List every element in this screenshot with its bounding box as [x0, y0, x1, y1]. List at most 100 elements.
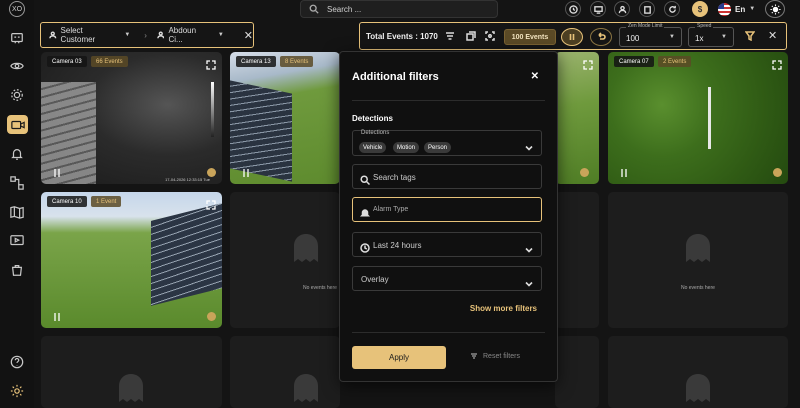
camera-tile[interactable]: Camera 03 66 Events 17-04-2026 12:33:15 … [41, 52, 222, 184]
bag-icon[interactable] [9, 262, 25, 278]
clock-icon [360, 240, 370, 253]
overlay-select[interactable]: Overlay [352, 266, 542, 291]
camera-tile[interactable]: Camera 07 2 Events [608, 52, 788, 184]
settings-icon[interactable] [9, 87, 25, 103]
user-icon [157, 31, 165, 39]
language-selector[interactable]: En ▼ [718, 1, 755, 17]
help-icon[interactable] [9, 354, 25, 370]
chevron-down-icon [525, 275, 533, 287]
solar-panel-graphic [41, 82, 96, 184]
reset-filters-label: Reset filters [483, 352, 520, 360]
ghost-icon [684, 372, 712, 404]
ghost-icon [684, 232, 712, 264]
empty-camera-tile [608, 336, 788, 408]
zen-mode-limit-value: 100 [626, 34, 640, 43]
close-icon[interactable]: ✕ [531, 71, 539, 82]
search-input[interactable] [327, 4, 477, 14]
status-dot [773, 168, 782, 177]
pause-icon [569, 34, 575, 40]
pause-icon[interactable] [619, 165, 629, 177]
zen-mode-limit-label: Zen Mode Limit [626, 23, 665, 29]
events-badge: 8 Events [280, 56, 314, 67]
expand-icon[interactable] [206, 57, 216, 70]
monitor-button[interactable] [590, 1, 606, 17]
speed-label: Speed [695, 23, 714, 29]
customer-filter-bar: Select Customer ▼ › Abdoun Ci... ▼ ✕ [40, 22, 254, 48]
gear-icon[interactable] [9, 383, 25, 399]
speed-value: 1x [695, 34, 704, 43]
apply-button[interactable]: Apply [352, 346, 446, 369]
no-events-text: No events here [681, 285, 715, 291]
building-button[interactable] [639, 1, 655, 17]
status-dot [207, 168, 216, 177]
expand-icon[interactable] [583, 57, 593, 70]
us-flag-icon [718, 2, 731, 16]
expand-icon[interactable] [206, 197, 216, 210]
events-count-button[interactable]: 100 Events [504, 29, 556, 45]
speed-select[interactable]: Speed 1x ▼ [688, 23, 734, 47]
chip-vehicle[interactable]: Vehicle [359, 142, 387, 153]
site-select[interactable]: Abdoun Ci... ▼ [157, 26, 224, 44]
pause-icon[interactable] [52, 165, 62, 177]
camera-tile[interactable] [555, 52, 599, 184]
nodes-icon[interactable] [9, 175, 25, 191]
empty-camera-tile [555, 192, 599, 328]
camera-tile[interactable]: Camera 10 1 Event [41, 192, 222, 328]
play-icon[interactable] [9, 233, 25, 249]
ghost-icon [117, 372, 145, 404]
alarm-type-placeholder: Alarm Type [373, 206, 409, 213]
refresh-button[interactable] [664, 1, 680, 17]
map-icon[interactable] [9, 204, 25, 220]
chip-person[interactable]: Person [424, 142, 452, 153]
no-events-text: No events here [303, 285, 337, 291]
camera-label: Camera 13 [236, 56, 276, 67]
customer-select[interactable]: Select Customer ▼ [49, 26, 130, 44]
time-range-value: Last 24 hours [373, 241, 422, 250]
close-icon[interactable]: ✕ [768, 29, 777, 42]
camera-icon[interactable] [7, 115, 28, 134]
filter-clear-icon[interactable] [744, 30, 756, 42]
timestamp: 17-04-2026 12:33:15 Tue [165, 177, 210, 182]
zen-mode-limit-select[interactable]: Zen Mode Limit 100 ▼ [619, 23, 682, 47]
show-more-filters-link[interactable]: Show more filters [470, 304, 537, 313]
status-dot [207, 312, 216, 321]
ghost-icon [292, 372, 320, 404]
detections-select[interactable]: Detections Vehicle Motion Person [352, 130, 542, 156]
focus-icon[interactable] [484, 30, 496, 42]
theme-toggle[interactable] [765, 0, 785, 18]
layout-icon[interactable] [465, 30, 477, 42]
clock-button[interactable] [565, 1, 581, 17]
time-range-select[interactable]: Last 24 hours [352, 232, 542, 257]
close-icon[interactable]: ✕ [244, 29, 253, 42]
reset-filters-button[interactable]: Reset filters [470, 352, 520, 360]
pause-icon[interactable] [241, 165, 251, 177]
search-tags-field[interactable]: Search tags [352, 164, 542, 189]
user-button[interactable] [614, 1, 630, 17]
search-tags-placeholder: Search tags [373, 173, 416, 182]
search-bar[interactable] [300, 0, 498, 18]
events-badge: 2 Events [658, 56, 692, 67]
dashboard-icon[interactable] [9, 30, 25, 46]
sort-icon[interactable] [444, 30, 456, 42]
chevron-right-icon: › [144, 30, 147, 40]
coins-icon[interactable]: $ [692, 1, 708, 17]
sidebar: XO [0, 0, 34, 408]
chevron-down-icon: ▼ [721, 34, 727, 40]
chevron-down-icon [525, 139, 533, 151]
expand-icon[interactable] [772, 57, 782, 70]
overlay-value: Overlay [361, 275, 389, 284]
user-icon [618, 5, 626, 13]
alarm-type-field[interactable]: Alarm Type [352, 197, 542, 222]
chevron-down-icon: ▼ [124, 32, 131, 38]
app-logo[interactable]: XO [9, 1, 25, 17]
pause-icon[interactable] [52, 309, 62, 321]
chip-motion[interactable]: Motion [393, 142, 420, 153]
eye-icon[interactable] [9, 58, 25, 74]
chevron-down-icon: ▼ [669, 34, 675, 40]
pause-button[interactable] [561, 28, 583, 46]
bell-icon[interactable] [9, 146, 25, 162]
camera-label: Camera 03 [47, 56, 87, 67]
solar-panel-graphic [230, 80, 292, 182]
undo-button[interactable] [590, 28, 612, 46]
camera-tile[interactable]: Camera 13 8 Events [230, 52, 340, 184]
